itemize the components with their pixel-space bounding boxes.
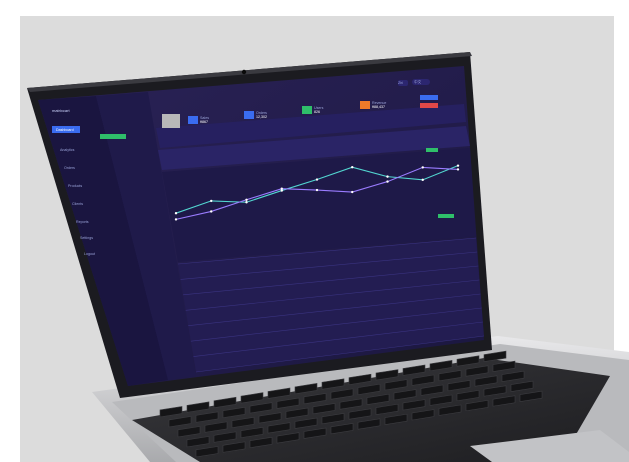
- sidebar-item-orders[interactable]: Orders: [64, 166, 75, 171]
- sidebar-item-reports[interactable]: Reports: [76, 220, 89, 225]
- chart-point: [210, 199, 213, 203]
- stat-icon-revenue: [360, 101, 370, 109]
- stat-icon-orders: [244, 111, 254, 119]
- chart-point: [421, 178, 424, 182]
- chart-point: [210, 210, 213, 213]
- chart-point: [351, 166, 354, 169]
- header-button-language[interactable]: 中文: [414, 80, 421, 85]
- chart-point: [245, 198, 248, 201]
- chart-point: [421, 166, 424, 169]
- chart-point: [456, 168, 460, 171]
- sidebar-item-clients[interactable]: Clients: [72, 202, 83, 207]
- chart-point: [174, 212, 178, 215]
- sidebar-item-products[interactable]: Products: [68, 184, 82, 189]
- stat-icon-sales: [188, 116, 198, 124]
- stat-revenue-value: ¥88,437: [372, 105, 385, 109]
- header-button-user[interactable]: Zhi: [398, 81, 403, 86]
- product-thumbnail: [162, 114, 180, 128]
- stat-orders-value: 12,302: [256, 115, 267, 119]
- stat-sales-value: ¥867: [200, 120, 208, 124]
- chart-point: [315, 188, 319, 192]
- chart-point: [315, 178, 319, 181]
- sidebar-item-analytics[interactable]: Analytics: [60, 148, 74, 153]
- laptop-photo: [27, 52, 629, 462]
- app-logo-text: matrixcart: [52, 108, 70, 113]
- webcam-icon: [241, 69, 247, 75]
- stat-icon-users: [302, 106, 312, 114]
- sidebar-item-settings[interactable]: Settings: [80, 236, 93, 241]
- chart-point: [280, 187, 283, 190]
- sidebar-item-logout[interactable]: Logout: [84, 252, 95, 257]
- stat-users-value: 826: [314, 110, 320, 114]
- chart-point: [245, 201, 248, 204]
- chart-point: [351, 190, 354, 194]
- chart-point: [456, 164, 460, 167]
- chart-point: [386, 175, 389, 178]
- chart-point: [386, 180, 389, 183]
- chart-point: [174, 218, 178, 221]
- sidebar-item-dashboard[interactable]: Dashboard: [56, 128, 74, 133]
